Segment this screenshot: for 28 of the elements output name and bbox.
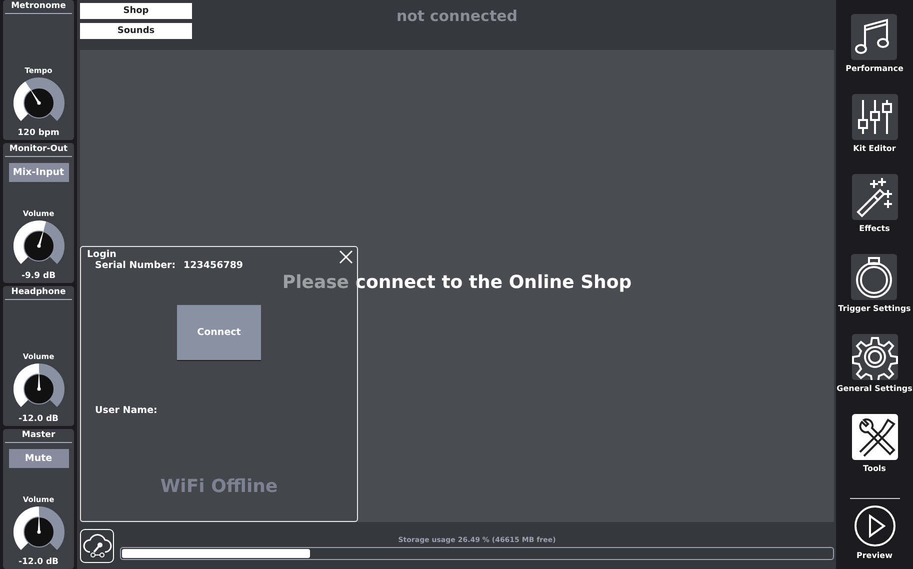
user-name-label: User Name: — [94, 405, 158, 416]
knob-reading: 120 bpm — [18, 128, 60, 140]
nav-item[interactable]: Trigger Settings — [838, 254, 911, 334]
nav-item[interactable]: Effects — [852, 174, 898, 254]
panel-title: Monitor-Out — [5, 143, 72, 157]
knob-reading: -9.9 dB — [21, 271, 56, 283]
knob-reading: -12.0 dB — [18, 557, 59, 569]
nav-item[interactable]: Kit Editor — [852, 94, 898, 174]
nav-item[interactable]: Tools — [852, 414, 898, 494]
knob-fill — [13, 220, 46, 264]
serial-label: Serial Number: — [95, 260, 176, 271]
knob-fill — [13, 364, 39, 407]
panel-title: Master — [5, 429, 72, 443]
knob-fill — [13, 82, 32, 121]
cloud-button[interactable] — [80, 528, 114, 562]
dialog-title: Login — [87, 249, 116, 260]
nav-item[interactable]: General Settings — [836, 334, 912, 414]
connection-status: not connected — [396, 7, 518, 25]
tab[interactable]: Sounds — [80, 23, 192, 39]
panel-title: Metronome — [5, 0, 72, 14]
panel-title: Headphone — [5, 286, 72, 300]
tab[interactable]: Shop — [80, 3, 192, 19]
wifi-status: WiFi Offline — [159, 476, 279, 497]
knob-reading: -12.0 dB — [18, 414, 59, 426]
knob-fill — [13, 506, 39, 550]
serial-number: 123456789 — [184, 260, 244, 271]
nav-item[interactable]: Performance — [846, 14, 904, 94]
close-icon[interactable] — [339, 250, 353, 264]
